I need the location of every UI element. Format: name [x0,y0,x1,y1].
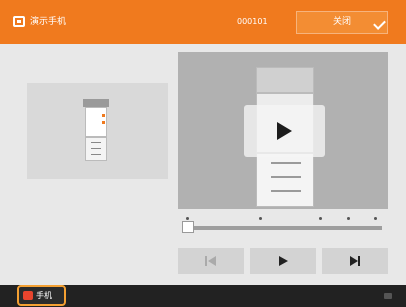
chapter-marker [186,217,189,220]
seek-handle[interactable] [182,221,194,233]
mobile-button-label: 手机 [36,291,52,300]
printer-image [83,99,109,161]
playback-controls [178,248,388,274]
close-button[interactable]: 关闭 [296,11,388,34]
notification-icon[interactable] [384,293,392,299]
seek-bar[interactable] [186,226,382,230]
status-code: 000101 [237,17,268,26]
mobile-button[interactable]: 手机 [17,285,66,306]
play-icon [279,256,288,266]
play-icon [277,122,292,140]
previous-button[interactable] [178,248,244,274]
checkmark-icon [373,17,386,30]
chapter-markers [178,214,388,224]
mobile-icon [23,291,33,300]
play-button[interactable] [250,248,316,274]
chapter-marker [319,217,323,220]
close-button-label: 关闭 [332,17,351,27]
printer-thumbnail[interactable] [27,83,168,179]
mobile-icon [13,16,25,27]
chapter-marker [374,217,378,220]
skip-forward-icon [350,256,358,266]
video-player[interactable] [178,52,388,209]
chapter-marker [258,217,262,220]
next-button[interactable] [322,248,388,274]
skip-back-icon [205,256,207,266]
title-bar: 演示手机 000101 关闭 [0,0,406,44]
page-title: 演示手机 [30,17,67,27]
chapter-marker [346,217,350,220]
play-overlay-button[interactable] [244,105,325,157]
